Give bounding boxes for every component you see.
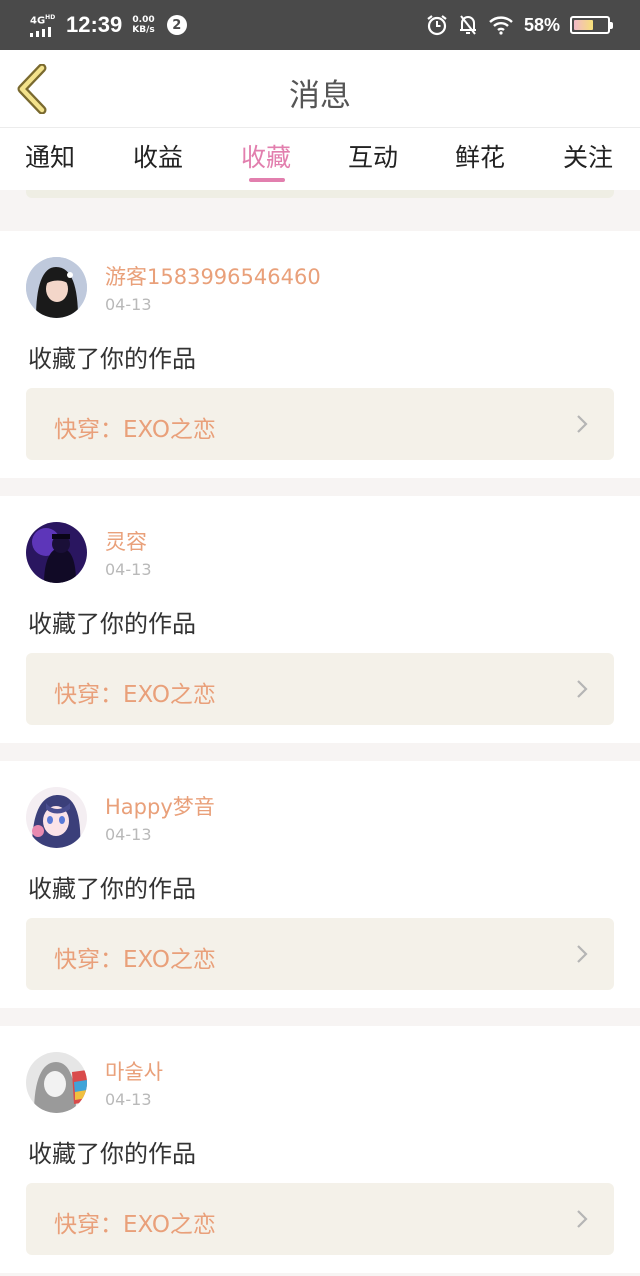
message-date: 04-13 <box>105 825 152 844</box>
tab-flowers[interactable]: 鲜花 <box>455 138 505 174</box>
tab-notifications[interactable]: 通知 <box>25 138 75 174</box>
work-link[interactable]: 快穿：EXO之恋 <box>26 918 614 990</box>
alarm-icon <box>427 15 447 36</box>
battery-level <box>574 20 593 30</box>
message-card: Happy梦音 04-13 收藏了你的作品 快穿：EXO之恋 <box>0 761 640 1008</box>
username[interactable]: Happy梦音 <box>105 791 215 821</box>
message-card: 游客1583996546460 04-13 收藏了你的作品 快穿：EXO之恋 <box>0 231 640 478</box>
message-card: 마술사 04-13 收藏了你的作品 快穿：EXO之恋 <box>0 1026 640 1273</box>
work-title: 快穿：EXO之恋 <box>54 947 216 973</box>
mute-notification-icon <box>459 15 476 35</box>
avatar[interactable] <box>26 522 87 583</box>
message-action-text: 收藏了你的作品 <box>28 345 196 373</box>
chevron-right-icon <box>577 680 588 698</box>
status-right: 58% <box>426 8 613 42</box>
message-date: 04-13 <box>105 1090 152 1109</box>
tab-follows[interactable]: 关注 <box>563 138 613 174</box>
wifi-icon <box>489 16 513 35</box>
page-title: 消息 <box>289 78 351 114</box>
tab-bar: 通知 收益 收藏 互动 鲜花 关注 <box>0 128 640 190</box>
previous-item-edge <box>26 190 614 198</box>
battery-icon <box>570 16 613 34</box>
work-title: 快穿：EXO之恋 <box>54 682 216 708</box>
chevron-right-icon <box>577 415 588 433</box>
avatar[interactable] <box>26 787 87 848</box>
username[interactable]: 灵容 <box>105 526 147 556</box>
username[interactable]: 游客1583996546460 <box>105 261 321 291</box>
tab-interactions[interactable]: 互动 <box>348 138 398 174</box>
status-time: 12:39 <box>66 12 123 37</box>
chevron-right-icon <box>577 1210 588 1228</box>
top-nav-bar: 消息 <box>0 50 640 128</box>
avatar[interactable] <box>26 257 87 318</box>
message-date: 04-13 <box>105 560 152 579</box>
status-left: 4GHD 12:39 0.00 KB/s 2 <box>28 8 187 42</box>
active-tab-indicator <box>249 178 285 182</box>
message-action-text: 收藏了你的作品 <box>28 610 196 638</box>
work-link[interactable]: 快穿：EXO之恋 <box>26 653 614 725</box>
notification-count-badge: 2 <box>166 15 187 35</box>
signal-icon: 4GHD <box>28 11 58 39</box>
battery-percent: 58% <box>523 14 560 35</box>
avatar[interactable] <box>26 1052 87 1113</box>
username[interactable]: 마술사 <box>105 1056 163 1086</box>
message-action-text: 收藏了你的作品 <box>28 875 196 903</box>
message-date: 04-13 <box>105 295 152 314</box>
message-action-text: 收藏了你的作品 <box>28 1140 196 1168</box>
status-bar: 4GHD 12:39 0.00 KB/s 2 58% <box>0 0 640 50</box>
message-card: 灵容 04-13 收藏了你的作品 快穿：EXO之恋 <box>0 496 640 743</box>
work-link[interactable]: 快穿：EXO之恋 <box>26 1183 614 1255</box>
work-title: 快穿：EXO之恋 <box>54 1212 216 1238</box>
chevron-right-icon <box>577 945 588 963</box>
network-speed: 0.00 KB/s <box>132 15 155 35</box>
tab-favorites[interactable]: 收藏 <box>241 138 291 174</box>
work-title: 快穿：EXO之恋 <box>54 417 216 443</box>
tab-earnings[interactable]: 收益 <box>133 138 183 174</box>
work-link[interactable]: 快穿：EXO之恋 <box>26 388 614 460</box>
